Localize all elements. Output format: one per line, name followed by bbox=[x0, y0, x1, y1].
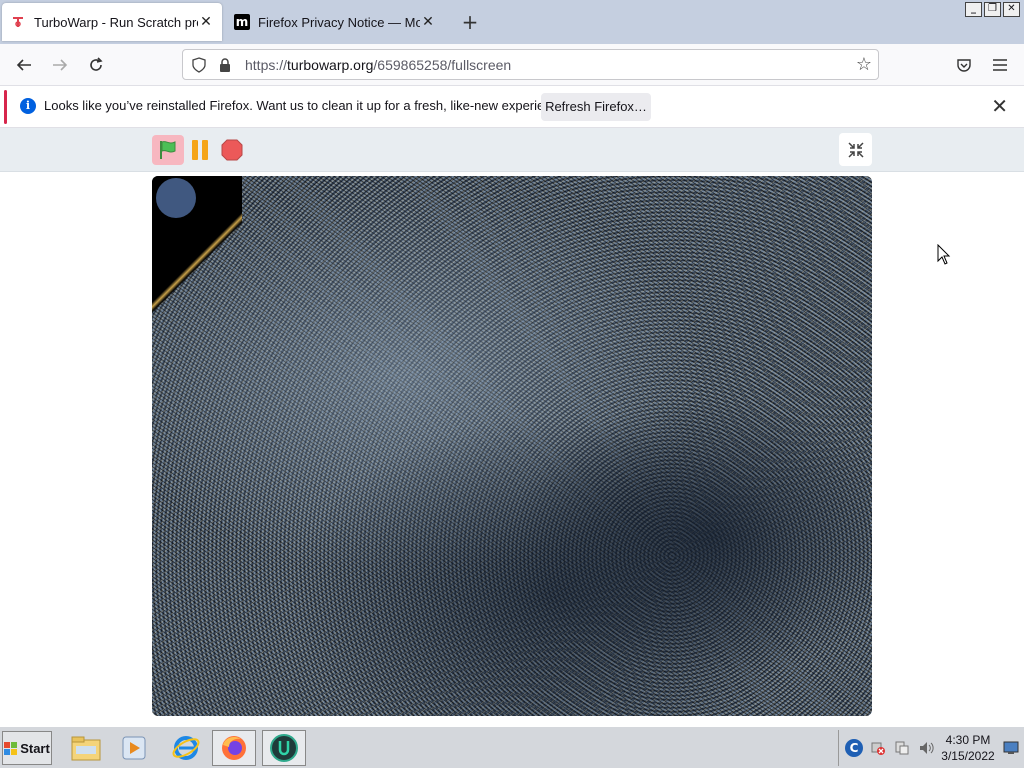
refresh-firefox-button[interactable]: Refresh Firefox… bbox=[541, 93, 651, 121]
url-text: https://turbowarp.org/659865258/fullscre… bbox=[245, 57, 511, 73]
lock-icon[interactable] bbox=[215, 55, 235, 75]
tray-app-icon[interactable]: C bbox=[845, 739, 863, 757]
stop-button[interactable] bbox=[220, 138, 244, 162]
mozilla-icon: m bbox=[234, 14, 250, 30]
system-tray: C 4:30 PM 3/15/2022 bbox=[838, 730, 1024, 766]
internet-explorer-icon bbox=[172, 736, 200, 760]
player-controls bbox=[0, 128, 1024, 172]
u-app-icon bbox=[270, 734, 298, 762]
window-controls: _ ❐ ✕ bbox=[965, 2, 1020, 17]
url-bar[interactable]: https://turbowarp.org/659865258/fullscre… bbox=[182, 49, 879, 80]
tab-strip: TurboWarp - Run Scratch projects ✕ m Fir… bbox=[0, 0, 1024, 44]
forward-arrow-icon bbox=[53, 59, 68, 71]
taskbar-internet-explorer[interactable] bbox=[164, 730, 208, 766]
firefox-icon bbox=[222, 736, 246, 760]
media-player-icon bbox=[122, 736, 146, 760]
stop-icon bbox=[221, 139, 243, 161]
reload-button[interactable] bbox=[83, 52, 109, 78]
tab-title: TurboWarp - Run Scratch projects bbox=[34, 14, 198, 30]
back-arrow-icon bbox=[16, 59, 31, 71]
pocket-icon bbox=[957, 59, 971, 72]
app-menu-button[interactable] bbox=[987, 52, 1013, 78]
project-stage[interactable] bbox=[152, 176, 872, 716]
clock-time: 4:30 PM bbox=[945, 733, 991, 747]
network-error-icon[interactable] bbox=[869, 739, 887, 757]
notification-accent bbox=[4, 90, 7, 124]
pause-button[interactable] bbox=[188, 137, 212, 163]
close-icon[interactable]: ✕ bbox=[991, 96, 1008, 116]
pause-bar bbox=[192, 140, 198, 160]
clock-date: 3/15/2022 bbox=[941, 749, 995, 763]
show-desktop-icon[interactable] bbox=[1002, 739, 1020, 757]
pause-bar bbox=[202, 140, 208, 160]
tab-title: Firefox Privacy Notice — Mozilla bbox=[258, 14, 420, 30]
shield-icon[interactable] bbox=[189, 55, 209, 75]
tab-close-icon[interactable]: ✕ bbox=[198, 14, 214, 30]
tab-turbowarp[interactable]: TurboWarp - Run Scratch projects ✕ bbox=[2, 3, 222, 41]
navigation-toolbar: https://turbowarp.org/659865258/fullscre… bbox=[0, 44, 1024, 86]
taskbar-file-explorer[interactable] bbox=[64, 730, 108, 766]
url-path: /659865258/fullscreen bbox=[373, 56, 512, 73]
taskbar-firefox[interactable] bbox=[212, 730, 256, 766]
taskbar-media-player[interactable] bbox=[112, 730, 156, 766]
pocket-button[interactable] bbox=[951, 52, 977, 78]
minimize-button[interactable]: _ bbox=[965, 2, 982, 17]
exit-fullscreen-icon bbox=[847, 141, 864, 158]
start-button[interactable]: Start bbox=[2, 731, 52, 765]
forward-button[interactable] bbox=[47, 52, 73, 78]
notification-message: Looks like you’ve reinstalled Firefox. W… bbox=[44, 98, 573, 113]
taskbar: Start C 4:30 PM 3/15/2022 bbox=[0, 726, 1024, 768]
bookmark-star-icon[interactable]: ☆ bbox=[856, 54, 872, 75]
stage-area bbox=[0, 172, 1024, 720]
folder-icon bbox=[71, 736, 101, 761]
new-tab-button[interactable]: + bbox=[458, 10, 482, 34]
turbowarp-icon bbox=[10, 14, 26, 30]
mouse-cursor-icon bbox=[937, 244, 951, 265]
windows-logo-icon bbox=[4, 741, 18, 755]
tab-mozilla-privacy[interactable]: m Firefox Privacy Notice — Mozilla ✕ bbox=[226, 3, 444, 41]
network-icon[interactable] bbox=[893, 739, 911, 757]
green-flag-icon bbox=[160, 141, 176, 159]
back-button[interactable] bbox=[11, 52, 37, 78]
reload-icon bbox=[90, 57, 103, 71]
taskbar-app-u[interactable] bbox=[262, 730, 306, 766]
hamburger-menu-icon bbox=[993, 59, 1007, 71]
maximize-button[interactable]: ❐ bbox=[984, 2, 1001, 17]
info-icon: i bbox=[20, 98, 36, 114]
url-host: turbowarp.org bbox=[287, 56, 374, 73]
start-label: Start bbox=[20, 740, 50, 756]
clock[interactable]: 4:30 PM 3/15/2022 bbox=[933, 732, 1003, 764]
tab-close-icon[interactable]: ✕ bbox=[420, 14, 436, 30]
refresh-notification-bar: i Looks like you’ve reinstalled Firefox.… bbox=[0, 86, 1024, 128]
url-scheme: https:// bbox=[245, 56, 288, 73]
close-window-button[interactable]: ✕ bbox=[1003, 2, 1020, 17]
exit-fullscreen-button[interactable] bbox=[839, 133, 872, 166]
stage-corner-artwork bbox=[156, 178, 196, 218]
green-flag-button[interactable] bbox=[152, 135, 184, 165]
